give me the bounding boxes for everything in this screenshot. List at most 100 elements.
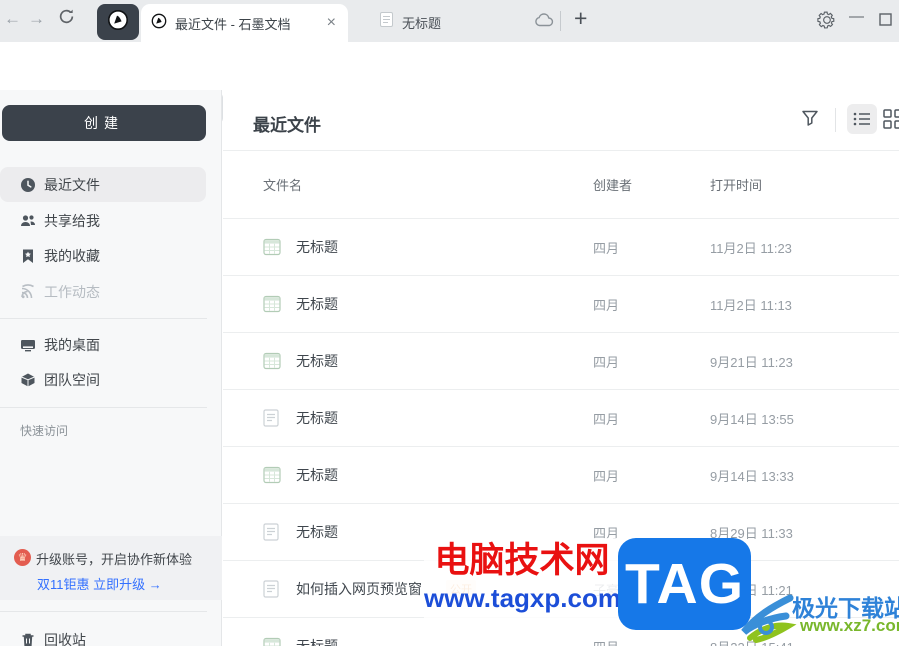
cloud-icon[interactable] bbox=[534, 12, 555, 33]
sidebar-divider bbox=[0, 318, 207, 319]
column-filename: 文件名 bbox=[263, 178, 303, 193]
sidebar-item-label: 团队空间 bbox=[44, 371, 100, 388]
file-creator: 四月 bbox=[593, 637, 710, 646]
maximize-icon[interactable] bbox=[879, 13, 892, 31]
table-row[interactable]: 如何插入网页预览窗 公开 子豪 8月29日 11:21 bbox=[223, 560, 899, 617]
back-icon[interactable]: ← bbox=[4, 9, 21, 29]
forward-icon[interactable]: → bbox=[28, 9, 45, 29]
file-name: 无标题 bbox=[296, 239, 338, 255]
file-creator: 四月 bbox=[593, 354, 620, 370]
filter-icon[interactable] bbox=[801, 109, 819, 132]
tab-recent-files[interactable]: 最近文件 - 石墨文档 × bbox=[141, 4, 348, 42]
sidebar-item-label: 共享给我 bbox=[44, 212, 100, 229]
app-header: 石墨文档 ✱ 权限细到单元格，表格高级功能免费用！ » bbox=[0, 42, 899, 124]
table-row[interactable]: 无标题 四月 8月22日 15:41 bbox=[223, 617, 899, 646]
table-row[interactable]: 无标题 四月 9月14日 13:33 bbox=[223, 446, 899, 503]
file-name: 无标题 bbox=[296, 410, 338, 426]
shimo-docs-window: ← → 最近文件 - 石墨文档 × 无标题 + — 搜索文件 创建 最近文件 共… bbox=[0, 0, 899, 646]
tab-title: 最近文件 - 石墨文档 bbox=[175, 16, 291, 32]
file-opened-time: 9月14日 13:55 bbox=[710, 411, 794, 427]
sidebar-item-shared[interactable]: 共享给我 bbox=[0, 203, 206, 238]
clock-icon bbox=[20, 177, 36, 193]
file-opened-time: 9月21日 11:23 bbox=[710, 354, 793, 370]
file-creator: 四月 bbox=[593, 468, 620, 484]
sidebar-item-recent[interactable]: 最近文件 bbox=[0, 167, 206, 202]
sidebar-item-activity[interactable]: 工作动态 bbox=[0, 274, 206, 309]
sidebar-item-label: 我的收藏 bbox=[44, 247, 100, 264]
table-row[interactable]: 无标题 四月 8月29日 11:33 bbox=[223, 503, 899, 560]
document-icon bbox=[380, 12, 393, 32]
file-type-icon bbox=[263, 466, 281, 484]
sidebar-divider bbox=[0, 407, 207, 408]
file-type-icon bbox=[263, 637, 281, 646]
list-view-button[interactable] bbox=[847, 104, 877, 134]
file-type-icon bbox=[263, 238, 281, 256]
file-opened-time: 9月14日 13:33 bbox=[710, 468, 794, 484]
file-name: 无标题 bbox=[296, 467, 338, 483]
new-tab-icon[interactable]: + bbox=[574, 5, 587, 32]
sidebar-item-favorites[interactable]: 我的收藏 bbox=[0, 238, 206, 273]
main-panel: 最近文件 文件名 创建者 打开时间 无标题 四月 11月2日 11:23 无标题… bbox=[223, 90, 899, 646]
file-type-icon bbox=[263, 580, 281, 598]
sidebar-item-team[interactable]: 团队空间 bbox=[0, 362, 206, 397]
file-list: 无标题 四月 11月2日 11:23 无标题 四月 11月2日 11:13 无标… bbox=[223, 218, 899, 646]
sidebar-item-label: 工作动态 bbox=[44, 283, 100, 300]
file-opened-time: 8月29日 11:33 bbox=[710, 525, 793, 541]
file-name: 无标题 bbox=[296, 296, 338, 312]
column-creator: 创建者 bbox=[593, 178, 633, 193]
minimize-icon[interactable]: — bbox=[849, 8, 864, 25]
table-row[interactable]: 无标题 四月 11月2日 11:13 bbox=[223, 275, 899, 332]
grid-view-button[interactable] bbox=[883, 109, 899, 134]
file-name: 无标题 bbox=[296, 524, 338, 540]
file-type-icon bbox=[263, 409, 281, 427]
page-title: 最近文件 bbox=[253, 116, 321, 135]
file-type-icon bbox=[263, 523, 281, 541]
file-creator: 四月 bbox=[593, 297, 620, 313]
desktop-icon bbox=[20, 337, 36, 353]
shimo-logo-icon bbox=[151, 13, 167, 34]
visibility-badge: 公开 bbox=[446, 580, 476, 598]
main-title-bar: 最近文件 bbox=[223, 90, 899, 151]
browser-tab-bar: ← → 最近文件 - 石墨文档 × 无标题 + — bbox=[0, 0, 899, 42]
refresh-icon[interactable] bbox=[58, 8, 75, 30]
sidebar-divider bbox=[0, 611, 207, 612]
tab-bar-divider bbox=[560, 11, 561, 31]
view-toggle-divider bbox=[835, 108, 836, 132]
promo-title: 升级账号，开启协作新体验 bbox=[36, 552, 193, 567]
upgrade-promo-card[interactable]: ♛ 升级账号，开启协作新体验 双11钜惠 立即升级 → bbox=[0, 536, 222, 600]
column-opened: 打开时间 bbox=[710, 178, 763, 193]
sidebar: 创建 最近文件 共享给我 我的收藏 工作动态 我的桌面 团队空间 快速访问 ♛ … bbox=[0, 90, 222, 646]
create-button[interactable]: 创建 bbox=[2, 105, 206, 141]
shimo-logo-icon bbox=[107, 9, 129, 36]
file-opened-time: 11月2日 11:23 bbox=[710, 240, 792, 256]
crown-badge-icon: ♛ bbox=[14, 549, 31, 566]
file-opened-time: 8月29日 11:21 bbox=[710, 582, 793, 598]
file-creator: 四月 bbox=[593, 411, 620, 427]
file-creator: 四月 bbox=[593, 525, 620, 541]
tab-untitled[interactable]: 无标题 bbox=[380, 8, 441, 36]
file-creator: 子豪 bbox=[593, 582, 620, 598]
gear-icon[interactable] bbox=[817, 10, 837, 35]
table-row[interactable]: 无标题 四月 9月14日 13:55 bbox=[223, 389, 899, 446]
file-opened-time: 8月22日 15:41 bbox=[710, 637, 899, 646]
file-creator: 四月 bbox=[593, 240, 620, 256]
sidebar-item-label: 回收站 bbox=[44, 631, 86, 646]
file-name: 无标题 bbox=[296, 353, 338, 369]
upgrade-link[interactable]: 双11钜惠 立即升级 → bbox=[37, 574, 162, 593]
sidebar-item-label: 我的桌面 bbox=[44, 336, 100, 353]
sidebar-item-desktop[interactable]: 我的桌面 bbox=[0, 327, 206, 362]
table-header: 文件名 创建者 打开时间 bbox=[223, 151, 899, 218]
sidebar-item-label: 最近文件 bbox=[44, 176, 100, 193]
file-name: 无标题 bbox=[296, 638, 338, 646]
table-row[interactable]: 无标题 四月 11月2日 11:23 bbox=[223, 218, 899, 275]
pinned-tab-shimo[interactable] bbox=[97, 4, 139, 40]
tab-title: 无标题 bbox=[402, 15, 442, 31]
cube-icon bbox=[20, 372, 36, 388]
bookmark-star-icon bbox=[20, 248, 36, 264]
sidebar-item-trash[interactable]: 回收站 bbox=[0, 622, 206, 646]
file-opened-time: 11月2日 11:13 bbox=[710, 297, 792, 313]
trash-icon bbox=[20, 632, 36, 646]
table-row[interactable]: 无标题 四月 9月21日 11:23 bbox=[223, 332, 899, 389]
close-tab-icon[interactable]: × bbox=[325, 14, 338, 32]
file-name: 如何插入网页预览窗 bbox=[296, 581, 422, 597]
